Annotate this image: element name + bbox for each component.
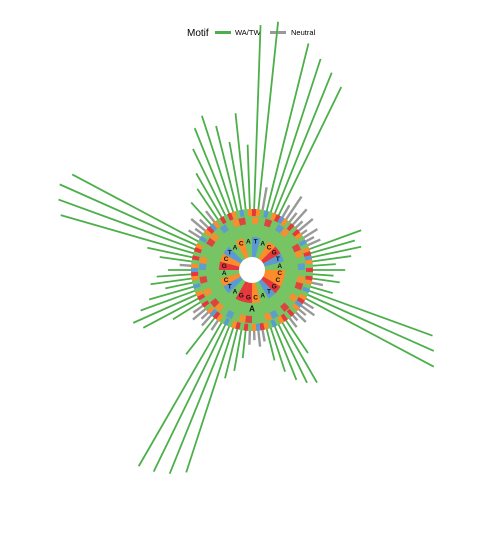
highlight-letter: A <box>249 305 255 314</box>
outer-ring-segment <box>252 323 257 331</box>
bar-watw <box>241 328 247 359</box>
sequence-letter: A <box>233 289 238 296</box>
middle-ring-segment <box>297 270 305 277</box>
bar-watw <box>58 198 197 251</box>
sequence-letter: C <box>224 277 229 284</box>
sequence-letter: A <box>222 270 227 277</box>
legend-label-neutral: Neutral <box>291 28 316 37</box>
middle-ring-segment <box>252 217 259 225</box>
middle-ring-segment <box>297 263 305 270</box>
legend: Motif WA/TW Neutral <box>187 28 316 39</box>
middle-ring-segment <box>199 270 207 277</box>
center-hole <box>239 257 265 283</box>
bar-neutral <box>192 307 208 321</box>
bar-watw <box>168 324 231 475</box>
sequence-letter: T <box>228 284 232 291</box>
bar-watw <box>265 327 276 361</box>
bar-watw <box>257 21 279 212</box>
sequence-letter: C <box>253 294 258 301</box>
outer-ring-segment <box>247 209 252 217</box>
bar-neutral <box>261 187 268 213</box>
outer-ring-segment <box>305 263 313 269</box>
bar-watw <box>159 256 194 263</box>
bar-watw <box>280 320 318 384</box>
bar-neutral <box>256 328 262 347</box>
bar-watw <box>305 293 435 352</box>
sequence-letter: G <box>246 294 251 301</box>
sequence-letter: G <box>239 292 244 299</box>
sequence-letter: C <box>239 241 244 248</box>
sequence-letter: A <box>260 292 265 299</box>
bar-watw <box>253 25 262 212</box>
bar-watw <box>185 325 235 473</box>
bar-watw <box>310 273 334 277</box>
outer-ring-segment <box>305 271 313 277</box>
bar-watw <box>152 322 227 472</box>
legend-swatch-watw <box>215 31 231 34</box>
bar-watw <box>71 173 201 244</box>
outer-ring-segment <box>252 209 257 217</box>
middle-ring-segment <box>199 263 207 270</box>
bar-neutral <box>309 281 324 287</box>
sequence-letter: G <box>222 263 227 270</box>
bar-watw <box>307 289 433 337</box>
bar-watw <box>310 277 340 284</box>
outer-ring-segment <box>305 267 313 273</box>
sequence-letter: T <box>254 239 258 246</box>
sequence-letter: A <box>260 241 265 248</box>
sequence-letter: C <box>277 270 282 277</box>
sequence-letter: A <box>233 244 238 251</box>
bar-watw <box>234 113 247 212</box>
sequence-letter: T <box>228 249 232 256</box>
bar-watw <box>142 296 201 329</box>
bar-watw <box>185 315 217 355</box>
legend-swatch-neutral <box>270 31 286 34</box>
sequence-letter: T <box>276 256 280 263</box>
sequence-letter: C <box>224 256 229 263</box>
bar-watw <box>269 58 322 215</box>
bar-watw <box>132 293 199 324</box>
bar-watw <box>60 214 196 255</box>
middle-ring-segment <box>252 315 259 323</box>
bar-watw <box>156 273 194 278</box>
outer-ring-segment <box>191 263 199 269</box>
sequence-letter: G <box>272 284 277 291</box>
bar-neutral <box>261 327 266 342</box>
legend-label-watw: WA/TW <box>235 28 261 37</box>
bar-watw <box>147 246 195 259</box>
bar-watw <box>277 322 308 384</box>
outer-ring-segment <box>247 323 252 331</box>
bar-neutral <box>248 328 252 345</box>
bar-watw <box>59 183 199 247</box>
outer-ring-segment <box>190 267 199 273</box>
bar-watw <box>277 86 343 218</box>
bar-watw <box>310 263 336 267</box>
legend-title: Motif <box>187 28 209 39</box>
sequence-letter: T <box>267 289 271 296</box>
middle-ring-segment <box>245 217 252 225</box>
radial-motif-chart: Motif WA/TW Neutral T ACGTACCGTACGGATCAGC… <box>58 21 435 475</box>
outer-ring-segment <box>191 271 199 277</box>
bar-watw <box>309 245 362 259</box>
bar-neutral <box>179 263 194 268</box>
bar-watw <box>303 296 435 368</box>
middle-ring-segment <box>245 315 252 323</box>
bar-watw <box>246 144 251 212</box>
sequence-letter: A <box>246 239 251 246</box>
sequence-letter: A <box>277 263 282 270</box>
